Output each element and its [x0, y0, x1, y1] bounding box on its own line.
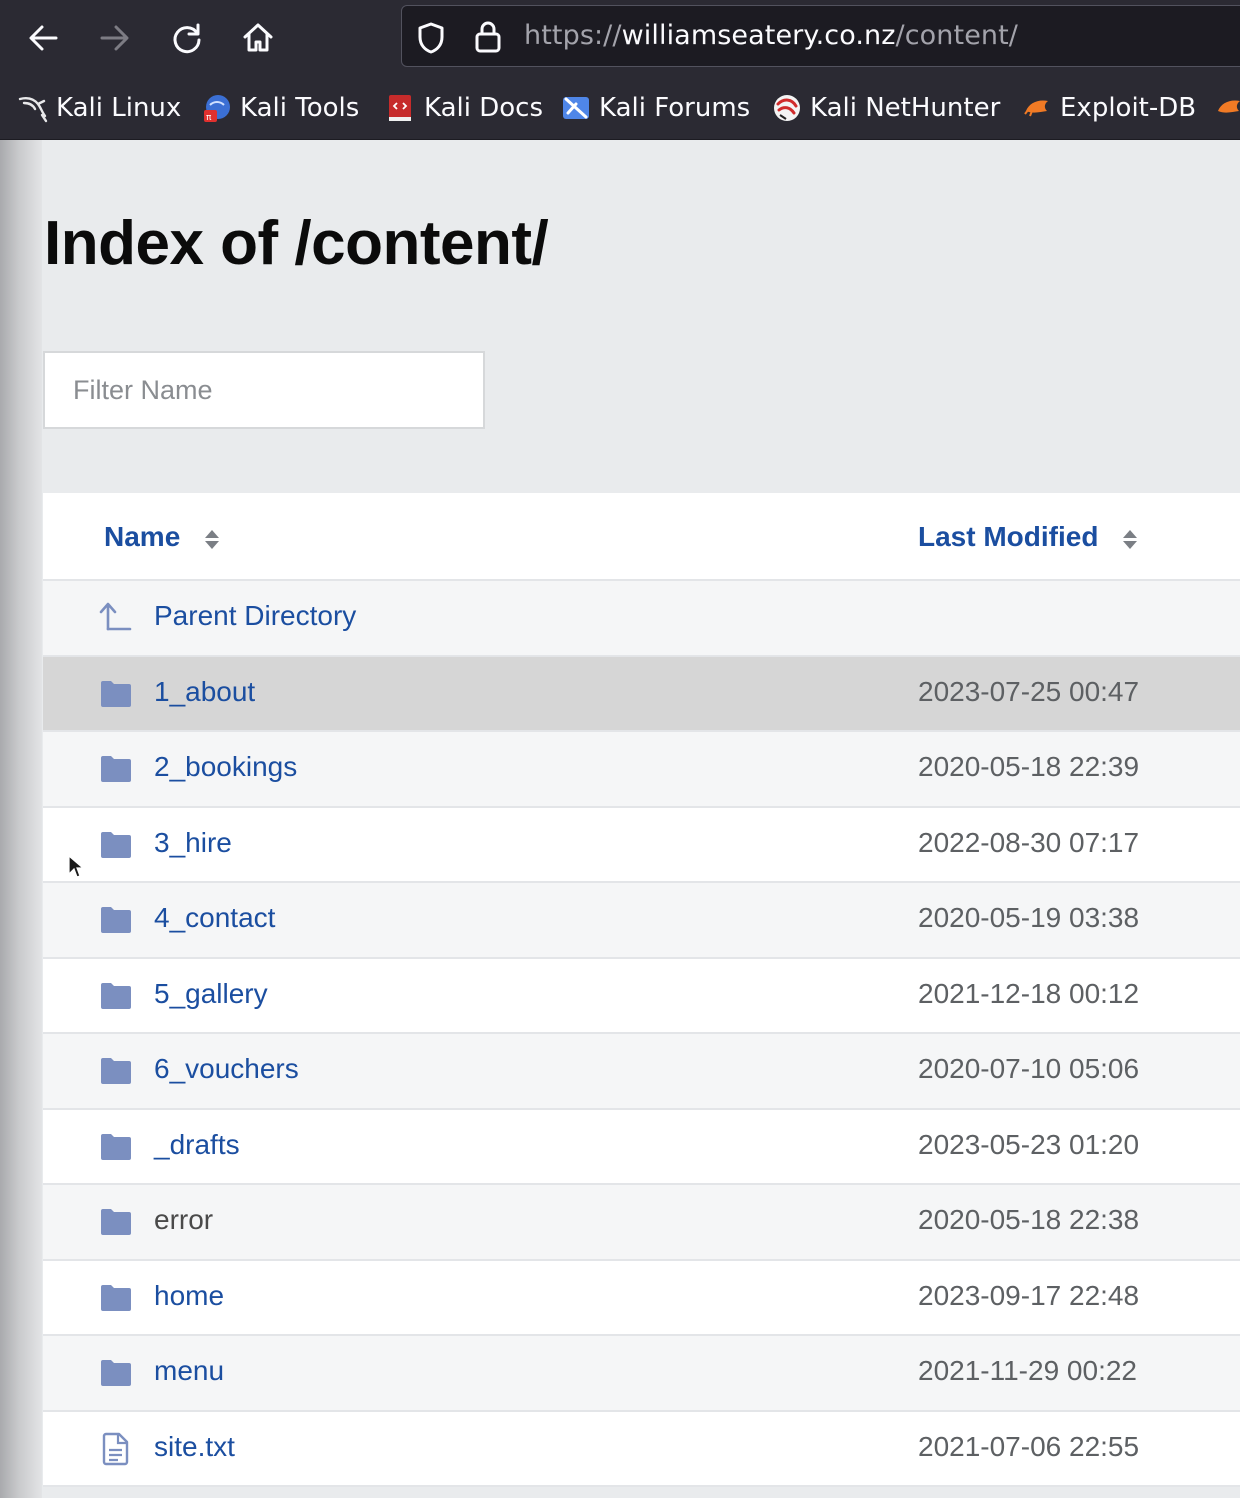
kali-nethunter-icon — [774, 95, 800, 121]
folder-row[interactable]: 2_bookings 2020-05-18 22:39 — [43, 732, 1240, 808]
kali-dragon-icon — [18, 97, 48, 123]
url-bar[interactable]: https://williamseatery.co.nz/content/ — [401, 5, 1240, 67]
kali-docs-icon — [389, 95, 411, 121]
column-header-name[interactable]: Name — [104, 521, 220, 553]
bookmark-kali-tools[interactable]: π Kali Tools — [202, 90, 359, 126]
parent-directory-row[interactable]: Parent Directory — [43, 581, 1240, 657]
entry-modified-date: 2021-07-06 22:55 — [918, 1430, 1140, 1462]
exploit-db-icon — [1218, 100, 1240, 113]
folder-icon — [101, 831, 131, 858]
folder-row[interactable]: 1_about 2023-07-25 00:47 — [43, 656, 1240, 732]
entry-list: 1_about 2023-07-25 00:47 2_bookings 2020-05… — [43, 656, 1240, 1487]
folder-row[interactable]: error 2020-05-18 22:38 — [43, 1185, 1240, 1261]
exploit-db-icon — [1024, 100, 1048, 117]
entry-name-link[interactable]: menu — [154, 1355, 224, 1387]
entry-modified-date: 2022-08-30 07:17 — [918, 826, 1140, 858]
entry-name-link[interactable]: 2_bookings — [154, 751, 297, 783]
browser-toolbar: https://williamseatery.co.nz/content/ — [0, 0, 1240, 78]
bookmark-label: Kali Docs — [424, 93, 544, 123]
home-icon — [243, 23, 273, 52]
sort-icon — [1123, 530, 1138, 549]
table-header: Name Last Modified — [43, 493, 1240, 581]
url-host: williamseatery.co.nz — [621, 20, 896, 51]
entry-name-link[interactable]: 1_about — [154, 676, 255, 708]
bookmark-label: Exploit-DB — [1060, 93, 1197, 123]
column-header-label: Last Modified — [918, 521, 1099, 552]
entry-modified-date: 2021-12-18 00:12 — [918, 977, 1140, 1009]
folder-icon — [101, 680, 131, 707]
url-scheme: https:// — [524, 20, 622, 51]
bookmark-kali-docs[interactable]: Kali Docs — [386, 90, 543, 126]
entry-modified-date: 2021-11-29 00:22 — [918, 1355, 1137, 1386]
entry-name-link[interactable]: 5_gallery — [154, 978, 268, 1010]
folder-icon — [101, 1209, 131, 1235]
kali-tools-icon: π — [204, 95, 230, 123]
folder-icon — [101, 756, 131, 782]
column-header-label: Name — [104, 521, 181, 552]
folder-row[interactable]: menu 2021-11-29 00:22 — [43, 1336, 1240, 1412]
entry-modified-date: 2020-07-10 05:06 — [918, 1053, 1140, 1084]
window-edge-shadow — [0, 140, 42, 1498]
home-button[interactable] — [238, 18, 278, 58]
folder-row[interactable]: 4_contact 2020-05-19 03:38 — [43, 883, 1240, 959]
entry-name-link[interactable]: error — [154, 1204, 213, 1236]
bookmark-kali-linux[interactable]: Kali Linux — [18, 90, 181, 126]
entry-name-link[interactable]: _drafts — [154, 1129, 240, 1161]
sort-icon — [205, 530, 220, 549]
bookmark-kali-nethunter[interactable]: Kali NetHunter — [772, 90, 1000, 126]
entry-name-link[interactable]: 3_hire — [154, 827, 232, 859]
folder-row[interactable]: 3_hire 2022-08-30 07:17 — [43, 807, 1240, 883]
folder-icon — [101, 1133, 131, 1160]
folder-icon — [101, 1284, 131, 1311]
parent-directory-icon — [99, 602, 132, 631]
reload-button[interactable] — [167, 18, 207, 58]
bookmark-kali-forums[interactable]: Kali Forums — [561, 90, 750, 126]
parent-directory-link[interactable]: Parent Directory — [154, 600, 356, 632]
reload-icon — [173, 23, 201, 54]
entry-name-link[interactable]: site.txt — [154, 1431, 235, 1463]
folder-icon — [101, 1360, 131, 1386]
folder-icon — [101, 982, 131, 1009]
back-button[interactable] — [23, 18, 63, 58]
entry-modified-date: 2020-05-19 03:38 — [918, 902, 1140, 933]
entry-modified-date: 2020-05-18 22:38 — [918, 1204, 1140, 1235]
entry-name-link[interactable]: home — [154, 1280, 224, 1312]
entry-name-link[interactable]: 4_contact — [154, 902, 275, 934]
entry-name-link[interactable]: 6_vouchers — [154, 1053, 299, 1085]
folder-row[interactable]: 5_gallery 2021-12-18 00:12 — [43, 958, 1240, 1034]
folder-row[interactable]: 6_vouchers 2020-07-10 05:06 — [43, 1034, 1240, 1110]
folder-row[interactable]: home 2023-09-17 22:48 — [43, 1260, 1240, 1336]
folder-row[interactable]: _drafts 2023-05-23 01:20 — [43, 1109, 1240, 1185]
entry-modified-date: 2020-05-18 22:39 — [918, 751, 1140, 782]
svg-text:π: π — [206, 113, 212, 123]
bookmark-label: Kali Tools — [240, 93, 360, 123]
entry-modified-date: 2023-05-23 01:20 — [918, 1128, 1140, 1160]
filter-name-input[interactable] — [43, 351, 485, 429]
folder-icon — [101, 1058, 131, 1084]
arrow-right-icon — [100, 25, 129, 51]
file-row[interactable]: site.txt 2021-07-06 22:55 — [43, 1411, 1240, 1487]
folder-icon — [101, 907, 131, 933]
url-text[interactable]: https://williamseatery.co.nz/content/ — [524, 20, 1018, 51]
bookmark-label: Kali NetHunter — [810, 93, 1001, 123]
url-path: /content/ — [895, 20, 1018, 51]
kali-forums-icon — [563, 97, 589, 119]
column-header-last-modified[interactable]: Last Modified — [918, 521, 1138, 553]
bookmark-label: Kali Forums — [599, 93, 751, 123]
lock-icon[interactable] — [474, 20, 502, 54]
page-content: Index of /content/ Name Last Modified Pa… — [0, 140, 1240, 1498]
bookmarks-toolbar: Kali Linux π Kali Tools Kali Docs Kali F… — [0, 78, 1240, 140]
shield-icon[interactable] — [416, 21, 446, 55]
bookmark-exploit-db[interactable]: Exploit-DB — [1022, 90, 1196, 126]
page-title: Index of /content/ — [44, 209, 549, 278]
bookmark-overflow[interactable] — [1214, 90, 1240, 126]
bookmark-label: Kali Linux — [56, 93, 182, 123]
forward-button[interactable] — [95, 18, 135, 58]
file-text-icon — [102, 1432, 129, 1465]
directory-table: Name Last Modified Parent Directory 1_ab… — [43, 493, 1240, 1487]
mouse-cursor-icon — [68, 855, 84, 878]
entry-modified-date: 2023-09-17 22:48 — [918, 1279, 1140, 1311]
arrow-left-icon — [29, 25, 58, 51]
entry-modified-date: 2023-07-25 00:47 — [918, 675, 1140, 707]
